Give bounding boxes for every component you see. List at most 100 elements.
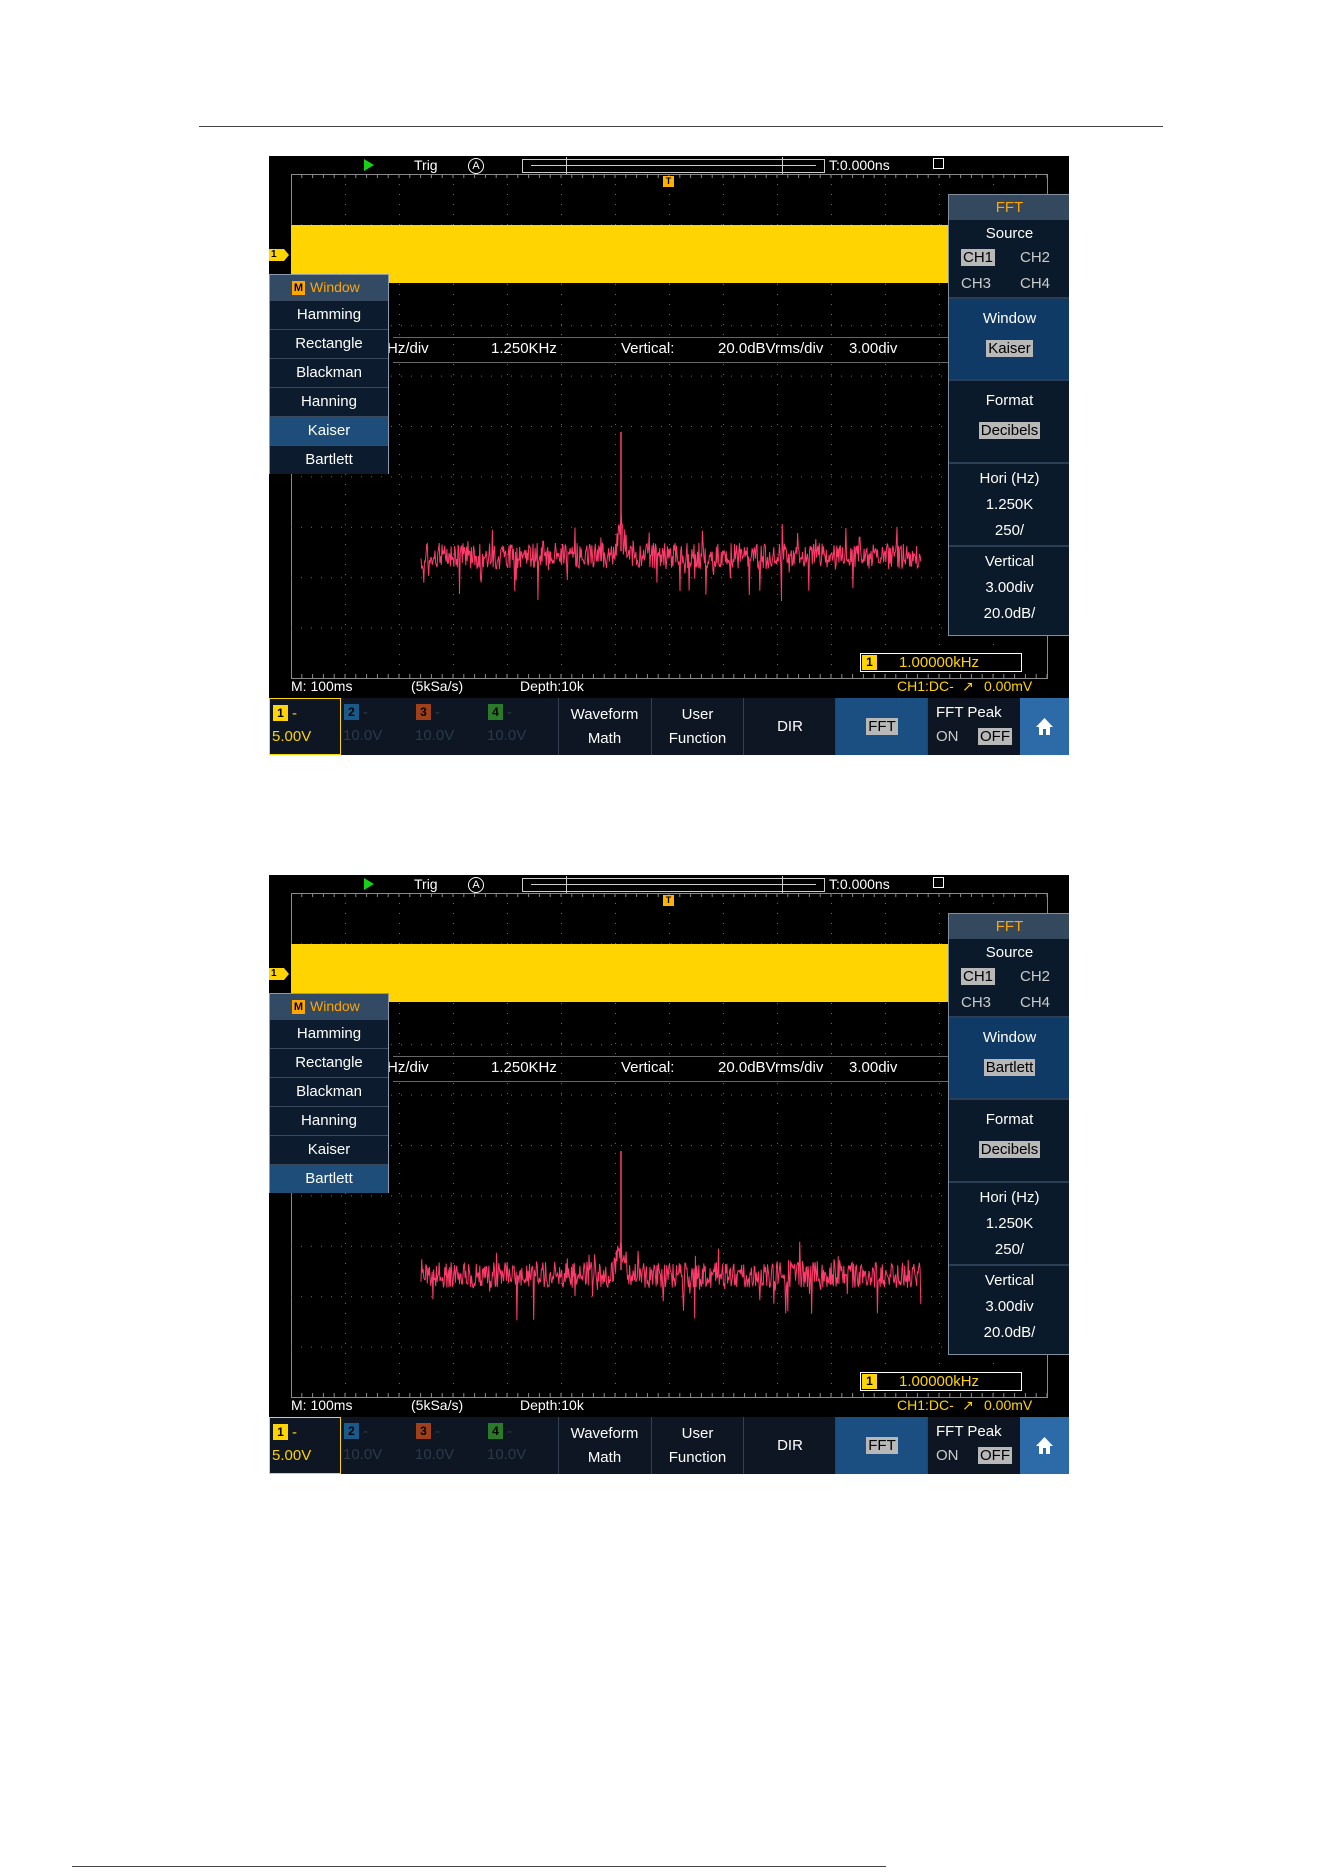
fft-peak-button[interactable]: FFT Peak ON OFF bbox=[927, 1417, 1020, 1474]
format-option[interactable]: Format Decibels bbox=[949, 1100, 1069, 1180]
channel-scale: 10.0V bbox=[487, 1446, 527, 1463]
channel-number: 1 bbox=[273, 705, 288, 721]
source-ch2[interactable]: CH2 bbox=[1020, 249, 1050, 266]
channel-number: 4 bbox=[488, 704, 503, 720]
source-ch4[interactable]: CH4 bbox=[1020, 994, 1050, 1011]
dir-button[interactable]: DIR bbox=[743, 698, 836, 755]
window-option[interactable]: Window Bartlett bbox=[949, 1018, 1069, 1098]
window-item-hamming[interactable]: Hamming bbox=[270, 1019, 388, 1048]
fft-menu-title: FFT bbox=[949, 195, 1069, 220]
window-menu: M Window Hamming Rectangle Blackman Hanning… bbox=[269, 274, 389, 474]
window-item-rectangle[interactable]: Rectangle bbox=[270, 329, 388, 358]
home-icon bbox=[1036, 1437, 1053, 1454]
home-button[interactable] bbox=[1020, 698, 1069, 755]
window-option[interactable]: Window Kaiser bbox=[949, 299, 1069, 379]
vertical-option[interactable]: Vertical 3.00div 20.0dB/ bbox=[949, 1266, 1069, 1352]
channel-3-button[interactable]: 3-10.0V bbox=[413, 1417, 485, 1474]
window-menu: M Window Hamming Rectangle Blackman Hanning… bbox=[269, 993, 389, 1193]
user-function-button[interactable]: User Function bbox=[651, 1417, 743, 1474]
source-ch4[interactable]: CH4 bbox=[1020, 275, 1050, 292]
channel-4-button[interactable]: 4-10.0V bbox=[485, 1417, 557, 1474]
home-button[interactable] bbox=[1020, 1417, 1069, 1474]
source-ch1[interactable]: CH1 bbox=[961, 968, 996, 985]
channel-number: 2 bbox=[344, 1423, 359, 1439]
window-menu-title: M Window bbox=[270, 994, 388, 1019]
channel-scale: 5.00V bbox=[272, 1447, 312, 1464]
channel-1-button[interactable]: 1-5.00V bbox=[269, 1417, 341, 1474]
bottom-menu: 1-5.00V 2-10.0V 3-10.0V 4-10.0V Waveform Ma… bbox=[269, 698, 1069, 755]
channel-2-button[interactable]: 2-10.0V bbox=[341, 1417, 413, 1474]
source-label: Source bbox=[985, 944, 1034, 961]
channel-scale: 5.00V bbox=[272, 728, 312, 745]
page-bottom-rule bbox=[72, 1866, 886, 1867]
spectrum-trace bbox=[420, 513, 922, 602]
home-icon bbox=[1036, 718, 1053, 735]
source-ch3[interactable]: CH3 bbox=[961, 275, 991, 292]
rising-edge-icon: ↗ bbox=[962, 1397, 974, 1413]
window-item-bartlett[interactable]: Bartlett bbox=[270, 1164, 388, 1193]
page-top-rule bbox=[199, 126, 1163, 127]
frequency-value: 1.00000kHz bbox=[899, 1373, 980, 1390]
hori-option[interactable]: Hori (Hz) 1.250K 250/ bbox=[949, 464, 1069, 544]
window-item-hanning[interactable]: Hanning bbox=[270, 1106, 388, 1135]
window-item-kaiser[interactable]: Kaiser bbox=[270, 1135, 388, 1164]
fft-side-menu: FFT Source CH1 CH2 CH3 CH4 Window Bartle… bbox=[948, 913, 1069, 1355]
fft-peak-on[interactable]: ON bbox=[936, 728, 959, 745]
sample-rate: (5kSa/s) bbox=[411, 1397, 464, 1413]
window-item-rectangle[interactable]: Rectangle bbox=[270, 1048, 388, 1077]
fft-peak-on[interactable]: ON bbox=[936, 1447, 959, 1464]
window-item-blackman[interactable]: Blackman bbox=[270, 358, 388, 387]
menu-m-icon: M bbox=[292, 1000, 305, 1014]
timebase: M: 100ms bbox=[291, 1397, 353, 1413]
user-function-button[interactable]: User Function bbox=[651, 698, 743, 755]
fft-menu-title: FFT bbox=[949, 914, 1069, 939]
spectrum-trace bbox=[420, 1241, 922, 1321]
format-option[interactable]: Format Decibels bbox=[949, 381, 1069, 461]
frequency-counter: 1 1.00000kHz bbox=[860, 1372, 1022, 1391]
oscilloscope-screen-1: Trig A T:0.000ns 1 T Hz/div 1.250KHz Ver… bbox=[269, 156, 1069, 755]
fft-peak-off[interactable]: OFF bbox=[978, 728, 1012, 745]
menu-m-icon: M bbox=[292, 281, 305, 295]
window-item-kaiser[interactable]: Kaiser bbox=[270, 416, 388, 445]
waveform-math-button[interactable]: Waveform Math bbox=[558, 1417, 650, 1474]
channel-scale: 10.0V bbox=[343, 1446, 383, 1463]
vertical-option[interactable]: Vertical 3.00div 20.0dB/ bbox=[949, 547, 1069, 633]
channel-3-button[interactable]: 3-10.0V bbox=[413, 698, 485, 755]
dir-button[interactable]: DIR bbox=[743, 1417, 836, 1474]
channel-4-button[interactable]: 4-10.0V bbox=[485, 698, 557, 755]
fft-button[interactable]: FFT bbox=[835, 698, 928, 755]
fft-side-menu: FFT Source CH1 CH2 CH3 CH4 Window Kaiser… bbox=[948, 194, 1069, 636]
format-value: Decibels bbox=[978, 1141, 1041, 1158]
oscilloscope-screen-2: Trig A T:0.000ns 1 T Hz/div 1.250KHz Ver… bbox=[269, 875, 1069, 1474]
window-item-bartlett[interactable]: Bartlett bbox=[270, 445, 388, 474]
source-ch3[interactable]: CH3 bbox=[961, 994, 991, 1011]
rising-edge-icon: ↗ bbox=[962, 678, 974, 694]
window-value: Bartlett bbox=[983, 1059, 1036, 1076]
waveform-math-button[interactable]: Waveform Math bbox=[558, 698, 650, 755]
trigger-level: 0.00mV bbox=[984, 1397, 1033, 1413]
source-ch2[interactable]: CH2 bbox=[1020, 968, 1050, 985]
channel-scale: 10.0V bbox=[415, 727, 455, 744]
channel-scale: 10.0V bbox=[415, 1446, 455, 1463]
channel-number: 1 bbox=[273, 1424, 288, 1440]
window-item-blackman[interactable]: Blackman bbox=[270, 1077, 388, 1106]
channel-1-button[interactable]: 1-5.00V bbox=[269, 698, 341, 755]
window-item-hamming[interactable]: Hamming bbox=[270, 300, 388, 329]
source-label: Source bbox=[985, 225, 1034, 242]
window-menu-title: M Window bbox=[270, 275, 388, 300]
window-value: Kaiser bbox=[986, 340, 1033, 357]
hori-option[interactable]: Hori (Hz) 1.250K 250/ bbox=[949, 1183, 1069, 1263]
channel-scale: 10.0V bbox=[343, 727, 383, 744]
sample-rate: (5kSa/s) bbox=[411, 678, 464, 694]
bottom-status-bar: M: 100ms (5kSa/s) Depth:10k CH1:DC- ↗ 0.… bbox=[269, 1397, 1069, 1415]
fft-peak-off[interactable]: OFF bbox=[978, 1447, 1012, 1464]
channel-2-button[interactable]: 2-10.0V bbox=[341, 698, 413, 755]
channel-number: 4 bbox=[488, 1423, 503, 1439]
memory-depth: Depth:10k bbox=[520, 678, 584, 694]
source-ch1[interactable]: CH1 bbox=[961, 249, 996, 266]
window-item-hanning[interactable]: Hanning bbox=[270, 387, 388, 416]
fft-peak-button[interactable]: FFT Peak ON OFF bbox=[927, 698, 1020, 755]
fft-button[interactable]: FFT bbox=[835, 1417, 928, 1474]
timebase: M: 100ms bbox=[291, 678, 353, 694]
trigger-source: CH1:DC- bbox=[897, 1397, 954, 1413]
